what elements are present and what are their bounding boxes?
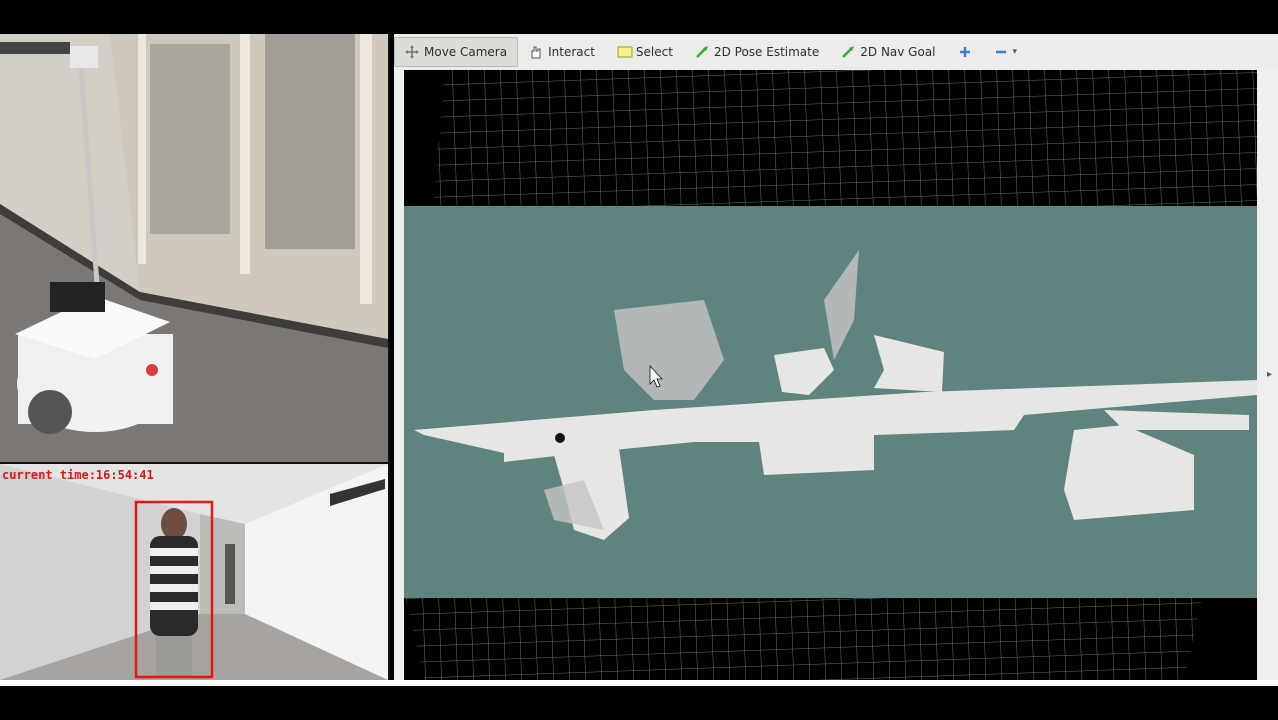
splitter-arrow-icon[interactable]: ▸ <box>1267 369 1272 380</box>
tool-label: 2D Nav Goal <box>860 45 936 59</box>
tool-move-camera[interactable]: Move Camera <box>394 37 519 67</box>
remove-tool-button[interactable]: ▾ <box>983 37 1029 67</box>
tool-select[interactable]: Select <box>606 37 684 67</box>
3d-map-viewport[interactable] <box>404 70 1257 680</box>
tool-interact[interactable]: Interact <box>518 37 606 67</box>
dropdown-icon: ▾ <box>1012 47 1018 57</box>
hand-icon <box>529 45 543 59</box>
robot-marker <box>555 433 565 443</box>
tool-label: Interact <box>548 45 595 59</box>
plus-icon <box>958 45 972 59</box>
current-time-label: current time:16:54:41 <box>2 468 154 482</box>
nav-goal-arrow-icon <box>841 45 855 59</box>
tool-2d-nav-goal[interactable]: 2D Nav Goal <box>830 37 946 67</box>
occupancy-map <box>404 70 1257 680</box>
tool-label: Move Camera <box>424 45 508 59</box>
rviz-toolbar: Move Camera Interact Select 2D Pose Esti… <box>394 34 1278 70</box>
minus-icon <box>994 45 1008 59</box>
robot-camera-view <box>0 34 388 462</box>
tool-2d-pose-estimate[interactable]: 2D Pose Estimate <box>684 37 830 67</box>
person-tracking-camera-view: current time:16:54:41 <box>0 464 388 680</box>
pose-arrow-icon <box>695 45 709 59</box>
camera-panel: current time:16:54:41 <box>0 34 390 680</box>
robot-scene-image <box>0 34 388 462</box>
add-tool-button[interactable] <box>947 37 983 67</box>
tool-label: Select <box>635 45 673 59</box>
rviz-panel: Move Camera Interact Select 2D Pose Esti… <box>394 34 1278 680</box>
move-camera-icon <box>405 45 419 59</box>
select-icon <box>617 45 633 59</box>
bottom-border <box>0 680 1278 686</box>
tool-label: 2D Pose Estimate <box>713 45 820 59</box>
corridor-scene-image <box>0 464 388 680</box>
